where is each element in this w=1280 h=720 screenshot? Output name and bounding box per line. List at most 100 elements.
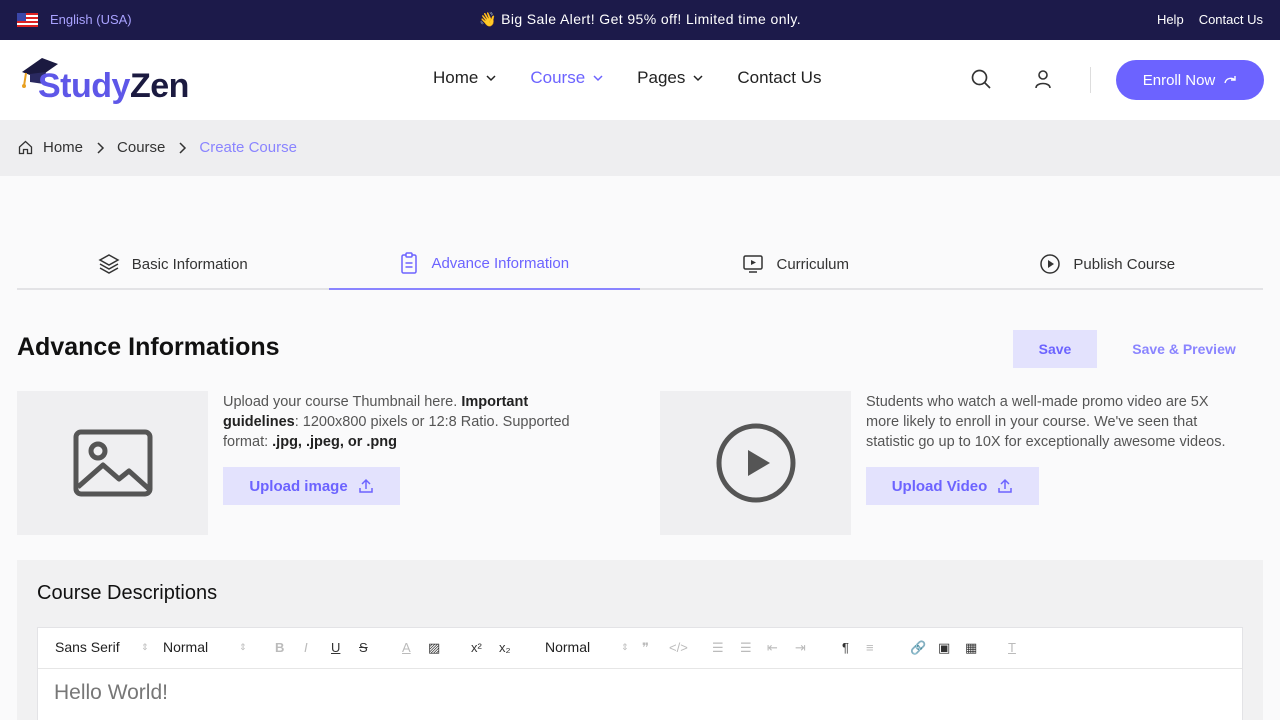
thumb-text-important: Important (461, 394, 529, 410)
video-text-3: statistic go up to 10X for exceptionally… (866, 434, 1226, 450)
studyzen-logo[interactable]: StudyZen (20, 54, 200, 106)
layers-icon (98, 254, 120, 274)
breadcrumb-home[interactable]: Home (43, 139, 83, 156)
nav-home-label: Home (433, 68, 479, 87)
editor-content[interactable]: Hello World! (54, 681, 168, 705)
heading-select[interactable]: Normal ⇕ (545, 639, 629, 655)
header-divider (1090, 67, 1091, 93)
subscript-icon[interactable]: x₂ (499, 640, 511, 655)
logo-study: Study (38, 67, 130, 105)
underline-icon[interactable]: U (331, 640, 340, 655)
search-icon[interactable] (970, 68, 992, 90)
logo-zen: Zen (129, 67, 189, 105)
thumb-text-2: : 1200x800 pixels or 12:8 Ratio. Support… (294, 414, 570, 430)
main-nav: Home Course Pages Contact Us (433, 68, 855, 88)
save-button[interactable]: Save (1013, 330, 1097, 368)
upload-video-button[interactable]: Upload Video (866, 467, 1039, 505)
tab-advance-label: Advance Information (431, 254, 570, 272)
wave-icon: 👋 (478, 11, 497, 27)
chevron-down-icon (486, 75, 496, 82)
monitor-play-icon (743, 255, 764, 273)
select-arrows-icon: ⇕ (621, 642, 629, 652)
breadcrumb-bar: Home Course Create Course (0, 120, 1280, 176)
image-icon (73, 429, 152, 497)
nav-course-label: Course (530, 68, 586, 87)
align-icon[interactable]: ≡ (866, 640, 874, 655)
upload-image-button[interactable]: Upload image (223, 467, 400, 505)
bold-icon[interactable]: B (275, 640, 284, 655)
video-text-2: more likely to enroll in your course. We… (866, 414, 1198, 430)
save-preview-button[interactable]: Save & Preview (1114, 330, 1254, 368)
video-insert-icon[interactable]: ▦ (965, 640, 977, 656)
course-steps-tabs: Basic Information Advance Information Cu… (17, 240, 1263, 290)
tab-basic-label: Basic Information (131, 255, 248, 273)
select-arrows-icon: ⇕ (239, 642, 247, 652)
chevron-down-icon (693, 75, 703, 82)
heading-value: Normal (545, 639, 591, 655)
font-size-value: Normal (163, 639, 209, 655)
top-bar: English (USA) 👋 Big Sale Alert! Get 95% … (0, 0, 1280, 40)
enroll-label: Enroll Now (1142, 71, 1216, 89)
italic-icon[interactable]: I (304, 640, 308, 655)
upload-video-label: Upload Video (891, 477, 988, 495)
help-link[interactable]: Help (1157, 12, 1184, 27)
bullet-list-icon[interactable]: ☰ (740, 640, 752, 656)
font-size-select[interactable]: Normal ⇕ (163, 639, 247, 655)
breadcrumb-current: Create Course (199, 139, 297, 156)
thumb-text-3: format: (223, 434, 273, 450)
indent-decrease-icon[interactable]: ⇤ (767, 640, 778, 656)
code-icon[interactable]: </> (669, 640, 688, 655)
tab-publish-label: Publish Course (1073, 255, 1176, 273)
user-icon[interactable] (1032, 68, 1054, 90)
background-color-icon[interactable]: ▨ (428, 640, 440, 656)
clear-format-icon[interactable]: T (1008, 640, 1016, 655)
blockquote-icon[interactable]: ❞ (642, 640, 649, 656)
tab-publish-course[interactable]: Publish Course (952, 240, 1264, 288)
indent-increase-icon[interactable]: ⇥ (795, 640, 806, 656)
enroll-now-button[interactable]: Enroll Now (1116, 60, 1264, 100)
breadcrumb-course[interactable]: Course (117, 139, 165, 156)
font-family-value: Sans Serif (55, 639, 120, 655)
section-title: Advance Informations (17, 333, 280, 361)
nav-pages-label: Pages (637, 68, 686, 87)
nav-contact[interactable]: Contact Us (737, 68, 821, 88)
site-header: StudyZen Home Course Pages Contact Us En… (0, 40, 1280, 120)
nav-home[interactable]: Home (433, 68, 496, 88)
upload-image-label: Upload image (249, 477, 348, 495)
strike-icon[interactable]: S (359, 640, 368, 655)
promo-text: Big Sale Alert! Get 95% off! Limited tim… (501, 11, 802, 27)
nav-pages[interactable]: Pages (637, 68, 703, 88)
thumbnail-guidelines: Upload your course Thumbnail here. Impor… (223, 392, 643, 452)
descriptions-title: Course Descriptions (37, 582, 218, 604)
font-family-select[interactable]: Sans Serif ⇕ (55, 639, 149, 655)
tab-curriculum[interactable]: Curriculum (640, 240, 952, 288)
upload-icon (998, 478, 1013, 493)
video-description: Students who watch a well-made promo vid… (866, 392, 1266, 452)
thumb-text-1: Upload your course Thumbnail here. (223, 394, 462, 410)
breadcrumb: Home Course Create Course (18, 139, 297, 156)
contact-link[interactable]: Contact Us (1199, 12, 1263, 27)
play-circle-icon (716, 423, 795, 503)
link-icon[interactable]: 🔗 (910, 640, 926, 656)
upload-icon (358, 478, 373, 493)
course-descriptions-card: Course Descriptions Sans Serif ⇕ Normal … (17, 560, 1263, 720)
clipboard-icon (401, 252, 418, 274)
rich-text-editor[interactable]: Sans Serif ⇕ Normal ⇕ B I U S A ▨ x² x₂ … (37, 627, 1243, 720)
select-arrows-icon: ⇕ (141, 642, 149, 652)
tab-basic-information[interactable]: Basic Information (17, 240, 329, 288)
nav-course[interactable]: Course (530, 68, 603, 88)
redo-arrow-icon (1224, 76, 1236, 84)
tab-curriculum-label: Curriculum (776, 255, 849, 273)
chevron-right-icon (97, 141, 105, 154)
thumb-text-formats: .jpg, .jpeg, or .png (272, 434, 398, 450)
video-text-1: Students who watch a well-made promo vid… (866, 394, 1209, 410)
chevron-down-icon (593, 75, 603, 82)
image-insert-icon[interactable]: ▣ (938, 640, 950, 656)
superscript-icon[interactable]: x² (471, 640, 482, 655)
text-direction-icon[interactable]: ¶ (842, 640, 849, 655)
ordered-list-icon[interactable]: ☰ (712, 640, 724, 656)
text-color-icon[interactable]: A (402, 640, 411, 655)
chevron-right-icon (179, 141, 187, 154)
tab-advance-information[interactable]: Advance Information (328, 240, 640, 290)
video-placeholder (660, 391, 851, 535)
